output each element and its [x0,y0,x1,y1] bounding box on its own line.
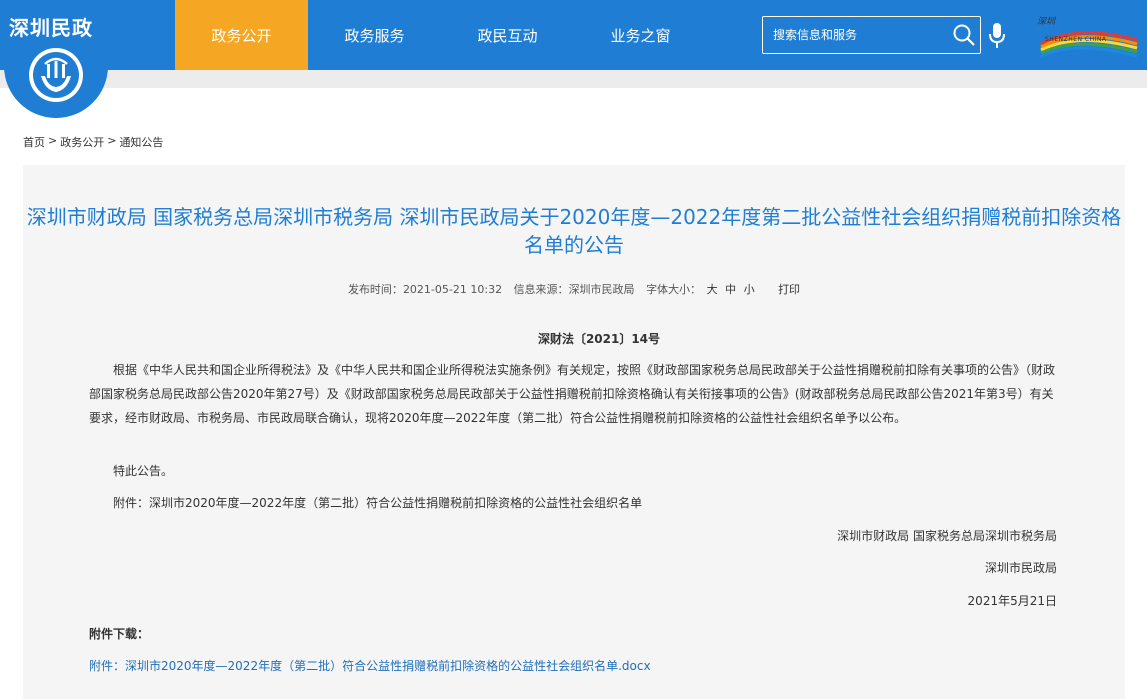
breadcrumb-separator: > [48,134,58,147]
font-size-small-button[interactable]: 小 [744,283,755,296]
body-paragraph: 特此公告。 [113,464,174,478]
signature-civil-affairs: 深圳市民政局 [984,561,1057,575]
breadcrumb-separator: > [107,134,117,147]
breadcrumb-home[interactable]: 首页 [23,134,45,150]
microphone-icon[interactable] [987,22,1007,50]
article-title: 深圳市财政局 国家税务总局深圳市税务局 深圳市民政局关于2020年度—2022年… [26,205,1122,257]
civil-affairs-emblem-icon [29,48,83,102]
nav-item-interaction[interactable]: 政民互动 [441,0,574,70]
info-source: 信息来源：深圳市民政局 [513,283,635,296]
article-panel: 深圳市财政局 国家税务总局深圳市税务局 深圳市民政局关于2020年度—2022年… [23,165,1125,699]
print-button[interactable]: 打印 [778,283,800,296]
breadcrumb-gov-affairs-public[interactable]: 政务公开 [60,134,104,150]
attachment-download-link[interactable]: 附件：深圳市2020年度—2022年度（第二批）符合公益性捐赠税前扣除资格的公益… [89,657,651,674]
signature-date: 2021年5月21日 [967,594,1057,608]
logo-text: 深圳民政 [9,16,93,40]
search-input[interactable] [763,17,943,53]
font-size-control: 字体大小： 大 中 小 [646,283,755,296]
nav-item-gov-affairs-public[interactable]: 政务公开 [175,0,308,70]
publish-time: 发布时间：2021-05-21 10:32 [347,283,503,296]
article-meta: 发布时间：2021-05-21 10:32 信息来源：深圳市民政局 字体大小： … [23,281,1125,297]
breadcrumb: 首页 > 政务公开 > 通知公告 [23,134,163,150]
signature-issuer: 深圳市财政局 国家税务总局深圳市税务局 [837,529,1057,543]
document-number: 深财法〔2021〕14号 [537,332,661,346]
attachment-note: 附件：深圳市2020年度—2022年度（第二批）符合公益性捐赠税前扣除资格的公益… [113,496,643,510]
nav-item-gov-services[interactable]: 政务服务 [308,0,441,70]
search-box [762,16,981,54]
attachment-download-heading: 附件下载： [89,627,150,641]
main-nav: 政务公开 政务服务 政民互动 业务之窗 [175,0,707,70]
font-size-medium-button[interactable]: 中 [725,283,736,296]
site-logo[interactable]: 深圳民政 [0,0,112,118]
font-size-large-button[interactable]: 大 [707,283,718,296]
shenzhen-china-logo: 深圳 SHENZHEN CHINA [1037,14,1141,58]
breadcrumb-notices[interactable]: 通知公告 [119,134,163,150]
banner-gap [0,70,1147,88]
body-paragraph: 根据《中华人民共和国企业所得税法》及《中华人民共和国企业所得税法实施条例》有关规… [89,363,1056,425]
nav-item-business-window[interactable]: 业务之窗 [574,0,707,70]
search-icon[interactable] [952,23,976,47]
